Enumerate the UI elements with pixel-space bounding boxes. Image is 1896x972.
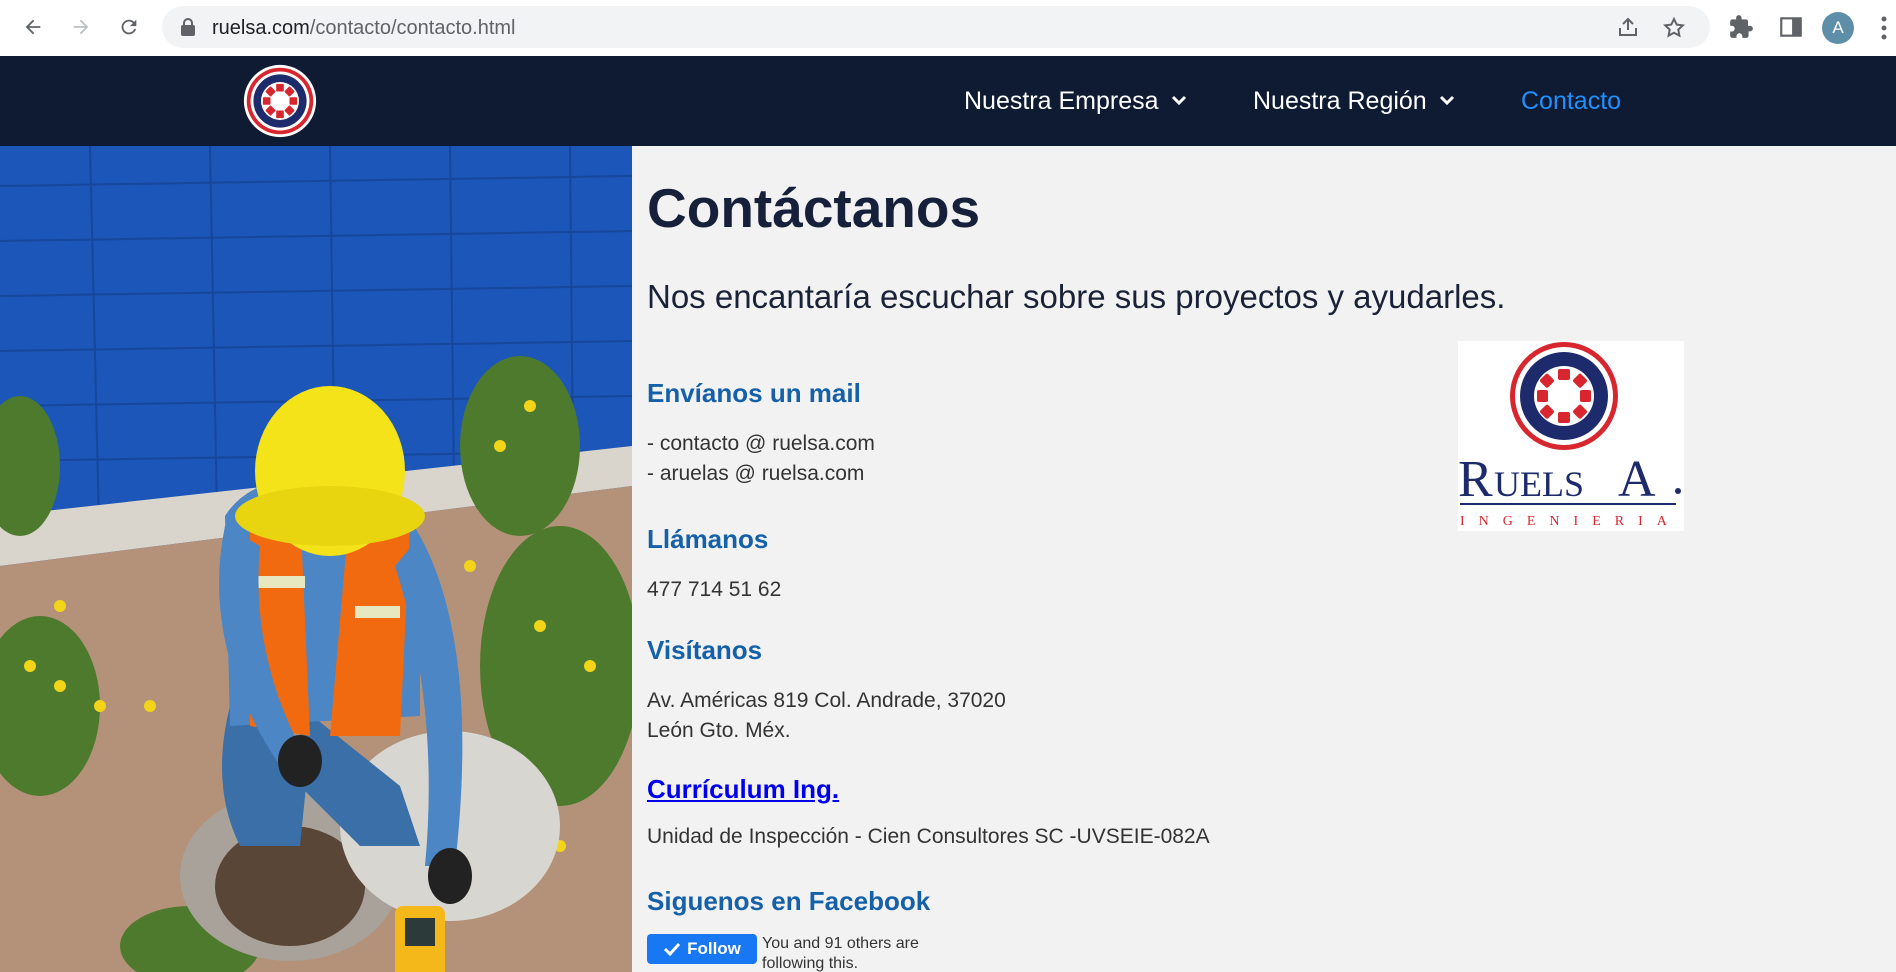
ruelsa-brand-logo: R UELS A INGENIERIA: [1458, 341, 1684, 531]
menu-icon[interactable]: [1880, 14, 1888, 42]
svg-text:UELS: UELS: [1494, 464, 1584, 504]
address-bar[interactable]: ruelsa.com/contacto/contacto.html: [162, 6, 1710, 48]
side-panel-icon[interactable]: [1778, 14, 1804, 40]
svg-text:R: R: [1458, 451, 1493, 508]
check-icon: [664, 942, 681, 956]
follow-label: Follow: [687, 939, 741, 958]
nav-item-label: Nuestra Región: [1253, 86, 1427, 115]
page-title: Contáctanos: [647, 177, 981, 239]
profile-avatar[interactable]: A: [1822, 12, 1854, 44]
share-icon[interactable]: [1616, 16, 1640, 40]
star-icon[interactable]: [1662, 16, 1686, 40]
back-button[interactable]: [16, 10, 50, 44]
chevron-down-icon: [1171, 95, 1186, 106]
page-subtitle: Nos encantaría escuchar sobre sus proyec…: [647, 278, 1506, 315]
address-line-2: León Gto. Méx.: [647, 719, 791, 742]
browser-toolbar: ruelsa.com/contacto/contacto.html A: [0, 0, 1896, 56]
contact-content: Contáctanos Nos encantaría escuchar sobr…: [632, 146, 1896, 972]
reload-button[interactable]: [112, 10, 146, 44]
nav-item-nuestra-region[interactable]: Nuestra Región: [1253, 56, 1455, 146]
facebook-social-text: You and 91 others are following this.: [762, 935, 919, 972]
reload-icon: [121, 19, 137, 35]
url-text: ruelsa.com/contacto/contacto.html: [212, 17, 515, 40]
nav-item-contacto[interactable]: Contacto: [1521, 56, 1621, 146]
mail-line-1: - contacto @ ruelsa.com: [647, 432, 875, 455]
facebook-follow-button[interactable]: Follow: [647, 934, 757, 964]
extensions-icon[interactable]: [1728, 14, 1754, 40]
forward-button[interactable]: [64, 10, 98, 44]
url-domain: ruelsa.com: [212, 17, 310, 39]
curriculum-link[interactable]: Currículum Ing.: [647, 774, 839, 805]
address-line-1: Av. Américas 819 Col. Andrade, 37020: [647, 689, 1006, 712]
facebook-section-title: Siguenos en Facebook: [647, 886, 931, 916]
site-logo[interactable]: [242, 63, 318, 139]
phone-number: 477 714 51 62: [647, 578, 782, 601]
nav-item-label: Nuestra Empresa: [964, 86, 1159, 115]
worker-photo: [0, 146, 632, 972]
mail-section-title: Envíanos un mail: [647, 378, 861, 408]
chevron-down-icon: [1439, 95, 1454, 106]
svg-text:INGENIERIA: INGENIERIA: [1460, 514, 1681, 529]
site-header: Nuestra Empresa Nuestra Región Contacto: [0, 56, 1896, 146]
call-section-title: Llámanos: [647, 524, 769, 554]
forward-icon: [73, 19, 89, 35]
url-path: /contacto/contacto.html: [309, 17, 516, 39]
nav-item-nuestra-empresa[interactable]: Nuestra Empresa: [964, 56, 1187, 146]
svg-text:A: A: [1618, 451, 1656, 508]
ruelsa-logo-image: R UELS A INGENIERIA: [1458, 342, 1681, 529]
mail-line-2: - aruelas @ ruelsa.com: [647, 462, 865, 485]
inspection-unit-text: Unidad de Inspección - Cien Consultores …: [647, 825, 1210, 848]
visit-section-title: Visítanos: [647, 635, 763, 665]
lock-icon: [181, 18, 195, 36]
back-icon: [25, 19, 41, 35]
nav-item-label: Contacto: [1521, 86, 1622, 115]
worker-photo-illustration: [0, 146, 632, 972]
